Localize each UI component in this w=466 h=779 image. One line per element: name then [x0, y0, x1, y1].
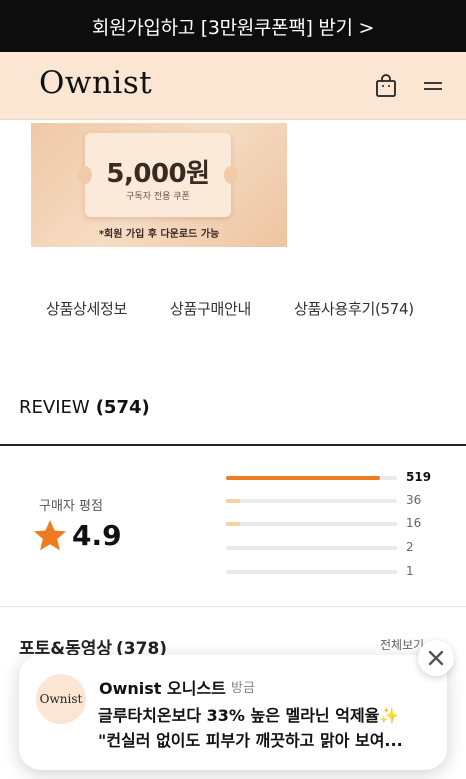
- rating-bar-count: 2: [406, 540, 414, 554]
- review-count: (574): [95, 397, 150, 418]
- push-notification[interactable]: Ownist Ownist 오니스트 방금 글루타치온보다 33% 높은 멜라닌…: [19, 655, 447, 770]
- close-icon: [428, 650, 444, 666]
- shopping-bag-icon[interactable]: [374, 74, 398, 98]
- notification-headline: 글루타치온보다 33% 높은 멜라닌 억제율✨: [98, 706, 400, 725]
- rating-value: 4.9: [72, 519, 122, 552]
- notification-avatar: Ownist: [36, 674, 86, 724]
- notification-brand: Ownist 오니스트: [99, 679, 226, 698]
- section-divider-thin: [0, 606, 466, 607]
- promo-banner[interactable]: 회원가입하고 [3만원쿠폰팩] 받기 >: [0, 0, 466, 52]
- review-title: REVIEW: [19, 397, 90, 418]
- rating-bar-track: [226, 499, 397, 503]
- site-header: Ownist: [0, 52, 466, 120]
- hamburger-menu-icon[interactable]: [422, 76, 444, 96]
- rating-bar-track: [226, 546, 397, 550]
- tab-product-detail[interactable]: 상품상세정보: [46, 298, 127, 319]
- brand-logo[interactable]: Ownist: [39, 65, 152, 101]
- close-button[interactable]: [418, 640, 454, 676]
- rating-bar-count: 36: [406, 493, 422, 507]
- rating-bar-track: [226, 476, 397, 480]
- rating-bar-track: [226, 570, 397, 574]
- coupon-card: 5,000원 구독자 전용 쿠폰: [78, 133, 238, 217]
- rating-bar-fill: [226, 499, 240, 503]
- rating-bar-count: 16: [406, 516, 422, 530]
- rating-bar-count: 1: [406, 564, 414, 578]
- coupon-banner[interactable]: 5,000원 구독자 전용 쿠폰 *회원 가입 후 다운로드 가능: [31, 123, 287, 247]
- coupon-note: *회원 가입 후 다운로드 가능: [98, 229, 220, 240]
- product-tabs: 상품상세정보 상품구매안내 상품사용후기(574): [0, 298, 466, 328]
- tab-purchase-guide[interactable]: 상품구매안내: [170, 298, 251, 319]
- rating-bar-fill: [226, 476, 380, 480]
- rating-bar-track: [226, 522, 397, 526]
- review-heading: REVIEW (574): [19, 397, 150, 418]
- coupon-amount: 5,000원: [106, 159, 210, 189]
- section-divider: [0, 444, 466, 446]
- promo-text[interactable]: 회원가입하고 [3만원쿠폰팩] 받기 >: [92, 13, 375, 40]
- star-icon: [34, 520, 66, 551]
- notification-body: "컨실러 없이도 피부가 깨끗하고 맑아 보여...: [98, 731, 403, 750]
- rating-bar-count: 519: [406, 470, 432, 484]
- rating-label: 구매자 평점: [39, 499, 103, 514]
- coupon-subtitle: 구독자 전용 쿠폰: [126, 192, 190, 202]
- tab-reviews[interactable]: 상품사용후기(574): [294, 298, 414, 319]
- notification-time: 방금: [231, 681, 255, 696]
- rating-bar-fill: [226, 522, 240, 526]
